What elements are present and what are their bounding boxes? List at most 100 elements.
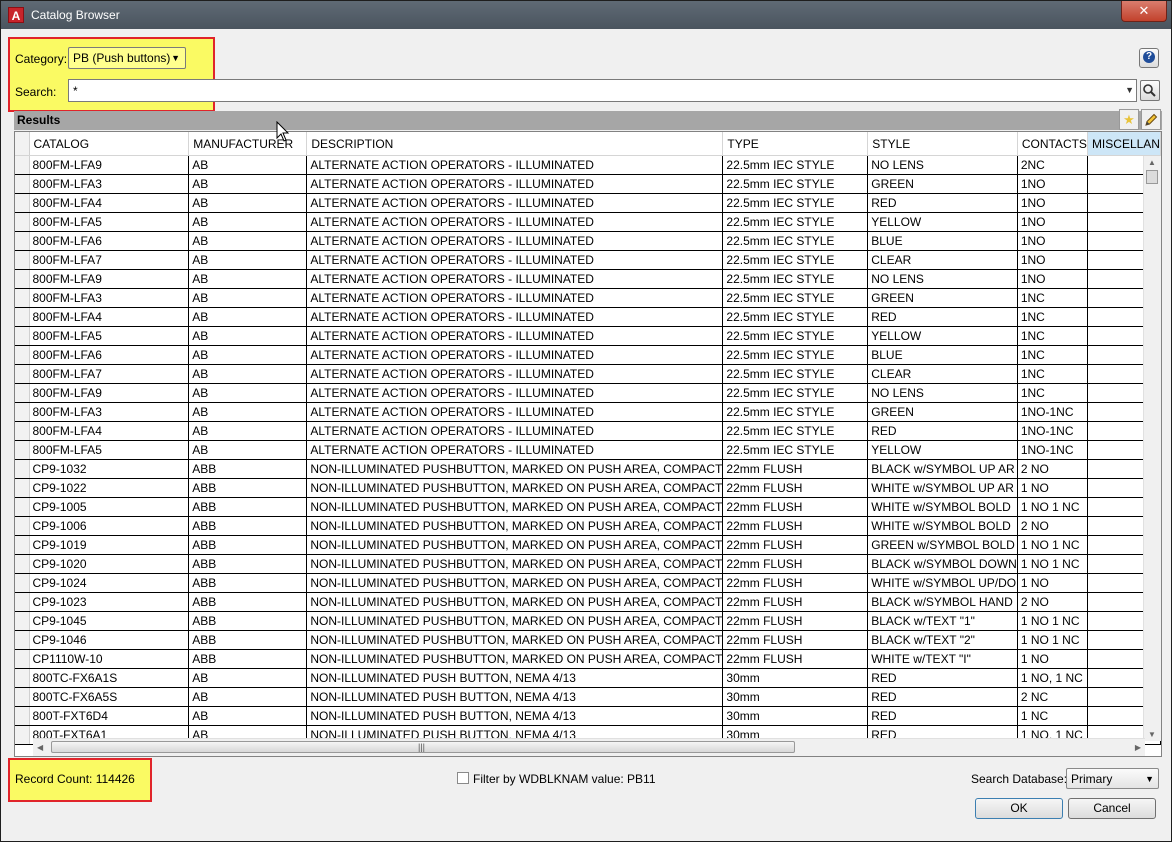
table-row[interactable]: CP9-1032 ABB NON-ILLUMINATED PUSHBUTTON, M… xyxy=(15,459,1161,479)
table-row[interactable]: 800TC-FX6A1S AB NON-ILLUMINATED PUSH BUTTO… xyxy=(15,668,1161,688)
horizontal-scroll-thumb[interactable]: ||| xyxy=(51,741,795,753)
table-cell: NON-ILLUMINATED PUSHBUTTON, MARKED ON PU… xyxy=(306,478,724,498)
row-header[interactable] xyxy=(15,155,30,175)
table-cell: 22.5mm IEC STYLE xyxy=(722,231,869,251)
row-header[interactable] xyxy=(15,706,30,726)
row-header[interactable] xyxy=(15,725,30,745)
table-row[interactable]: 800FM-LFA5 AB ALTERNATE ACTION OPERATORS -… xyxy=(15,440,1161,460)
row-header[interactable] xyxy=(15,421,30,441)
row-header[interactable] xyxy=(15,592,30,612)
row-header[interactable] xyxy=(15,269,30,289)
row-header[interactable] xyxy=(15,193,30,213)
table-row[interactable]: CP9-1019 ABB NON-ILLUMINATED PUSHBUTTON, M… xyxy=(15,535,1161,555)
column-header[interactable]: DESCRIPTION xyxy=(306,132,724,156)
table-row[interactable]: 800FM-LFA3 AB ALTERNATE ACTION OPERATORS -… xyxy=(15,402,1161,422)
row-header[interactable] xyxy=(15,231,30,251)
table-cell: CP9-1005 xyxy=(29,497,190,517)
row-header[interactable] xyxy=(15,383,30,403)
table-row[interactable]: CP9-1005 ABB NON-ILLUMINATED PUSHBUTTON, M… xyxy=(15,497,1161,517)
filter-label[interactable]: Filter by WDBLKNAM value: PB11 xyxy=(473,772,656,786)
table-row[interactable]: 800FM-LFA4 AB ALTERNATE ACTION OPERATORS -… xyxy=(15,193,1161,213)
row-header[interactable] xyxy=(15,649,30,669)
table-cell: 1NO xyxy=(1017,269,1088,289)
horizontal-scrollbar[interactable]: ◀ ||| ▶ xyxy=(33,738,1145,756)
column-header[interactable]: TYPE xyxy=(722,132,869,156)
table-cell: 1 NO xyxy=(1017,649,1088,669)
table-row[interactable]: 800FM-LFA9 AB ALTERNATE ACTION OPERATORS -… xyxy=(15,269,1161,289)
table-row[interactable]: 800FM-LFA5 AB ALTERNATE ACTION OPERATORS -… xyxy=(15,326,1161,346)
table-cell: 1NC xyxy=(1017,326,1088,346)
scroll-up-icon[interactable]: ▲ xyxy=(1148,158,1156,167)
table-row[interactable]: CP9-1006 ABB NON-ILLUMINATED PUSHBUTTON, M… xyxy=(15,516,1161,536)
table-cell: 2 NO xyxy=(1017,516,1088,536)
column-header[interactable]: CONTACTS xyxy=(1017,132,1088,156)
results-grid[interactable]: CATALOG MANUFACTURER DESCRIPTION TYPE STYLE C… xyxy=(14,131,1162,757)
vertical-scrollbar[interactable]: ▲ ▼ xyxy=(1143,156,1161,741)
vertical-scroll-thumb[interactable] xyxy=(1146,170,1158,184)
table-row[interactable]: CP9-1020 ABB NON-ILLUMINATED PUSHBUTTON, M… xyxy=(15,554,1161,574)
help-button[interactable]: ? xyxy=(1139,48,1159,68)
table-row[interactable]: 800FM-LFA9 AB ALTERNATE ACTION OPERATORS -… xyxy=(15,383,1161,403)
row-header[interactable] xyxy=(15,478,30,498)
table-row[interactable]: 800FM-LFA5 AB ALTERNATE ACTION OPERATORS -… xyxy=(15,212,1161,232)
column-header[interactable]: MISCELLAN xyxy=(1087,132,1161,156)
table-row[interactable]: CP9-1045 ABB NON-ILLUMINATED PUSHBUTTON, M… xyxy=(15,611,1161,631)
table-row[interactable]: 800FM-LFA3 AB ALTERNATE ACTION OPERATORS -… xyxy=(15,288,1161,308)
row-header[interactable] xyxy=(15,611,30,631)
table-row[interactable]: 800T-FXT6D4 AB NON-ILLUMINATED PUSH BUTTON… xyxy=(15,706,1161,726)
table-row[interactable]: 800FM-LFA4 AB ALTERNATE ACTION OPERATORS -… xyxy=(15,307,1161,327)
row-header[interactable] xyxy=(15,212,30,232)
table-row[interactable]: 800FM-LFA4 AB ALTERNATE ACTION OPERATORS -… xyxy=(15,421,1161,441)
row-header[interactable] xyxy=(15,402,30,422)
search-button[interactable] xyxy=(1140,80,1160,101)
table-row[interactable]: CP9-1022 ABB NON-ILLUMINATED PUSHBUTTON, M… xyxy=(15,478,1161,498)
title-bar[interactable]: A Catalog Browser ✕ xyxy=(1,1,1171,29)
row-header[interactable] xyxy=(15,535,30,555)
search-dropdown-arrow-icon[interactable]: ▼ xyxy=(1125,85,1134,95)
row-header[interactable] xyxy=(15,459,30,479)
row-header[interactable] xyxy=(15,573,30,593)
scroll-right-icon[interactable]: ▶ xyxy=(1135,743,1141,752)
table-row[interactable]: CP1110W-10 ABB NON-ILLUMINATED PUSHBUTTON,… xyxy=(15,649,1161,669)
cancel-button[interactable]: Cancel xyxy=(1068,798,1156,819)
table-row[interactable]: 800FM-LFA6 AB ALTERNATE ACTION OPERATORS -… xyxy=(15,345,1161,365)
row-header[interactable] xyxy=(15,497,30,517)
column-header[interactable]: STYLE xyxy=(867,132,1018,156)
row-header[interactable] xyxy=(15,364,30,384)
row-header[interactable] xyxy=(15,345,30,365)
row-header[interactable] xyxy=(15,250,30,270)
table-row[interactable]: 800FM-LFA7 AB ALTERNATE ACTION OPERATORS -… xyxy=(15,364,1161,384)
close-button[interactable]: ✕ xyxy=(1121,1,1167,22)
row-header[interactable] xyxy=(15,288,30,308)
scroll-down-icon[interactable]: ▼ xyxy=(1148,730,1156,739)
column-header[interactable]: CATALOG xyxy=(29,132,190,156)
category-dropdown[interactable]: PB (Push buttons) ▼ xyxy=(68,47,186,69)
search-combo[interactable]: ▼ xyxy=(68,79,1137,102)
table-row[interactable]: 800FM-LFA9 AB ALTERNATE ACTION OPERATORS -… xyxy=(15,155,1161,175)
table-row[interactable]: CP9-1023 ABB NON-ILLUMINATED PUSHBUTTON, M… xyxy=(15,592,1161,612)
row-header[interactable] xyxy=(15,307,30,327)
table-row[interactable]: CP9-1046 ABB NON-ILLUMINATED PUSHBUTTON, M… xyxy=(15,630,1161,650)
table-cell: YELLOW xyxy=(867,440,1018,460)
row-header[interactable] xyxy=(15,440,30,460)
row-header[interactable] xyxy=(15,516,30,536)
edit-button[interactable] xyxy=(1141,109,1161,130)
row-header[interactable] xyxy=(15,668,30,688)
search-database-select[interactable]: Primary ▼ xyxy=(1066,768,1159,789)
search-input[interactable] xyxy=(70,81,1122,100)
ok-button[interactable]: OK xyxy=(975,798,1063,819)
table-row[interactable]: 800FM-LFA3 AB ALTERNATE ACTION OPERATORS -… xyxy=(15,174,1161,194)
table-row[interactable]: 800FM-LFA7 AB ALTERNATE ACTION OPERATORS -… xyxy=(15,250,1161,270)
row-header[interactable] xyxy=(15,687,30,707)
favorite-button[interactable]: ★ xyxy=(1119,109,1139,130)
scroll-left-icon[interactable]: ◀ xyxy=(37,743,43,752)
row-header[interactable] xyxy=(15,554,30,574)
table-row[interactable]: 800FM-LFA6 AB ALTERNATE ACTION OPERATORS -… xyxy=(15,231,1161,251)
table-row[interactable]: 800TC-FX6A5S AB NON-ILLUMINATED PUSH BUTTO… xyxy=(15,687,1161,707)
filter-checkbox[interactable] xyxy=(457,772,469,784)
row-header[interactable] xyxy=(15,326,30,346)
row-header[interactable] xyxy=(15,630,30,650)
table-cell: NON-ILLUMINATED PUSHBUTTON, MARKED ON PU… xyxy=(306,459,724,479)
row-header[interactable] xyxy=(15,174,30,194)
table-row[interactable]: CP9-1024 ABB NON-ILLUMINATED PUSHBUTTON, M… xyxy=(15,573,1161,593)
